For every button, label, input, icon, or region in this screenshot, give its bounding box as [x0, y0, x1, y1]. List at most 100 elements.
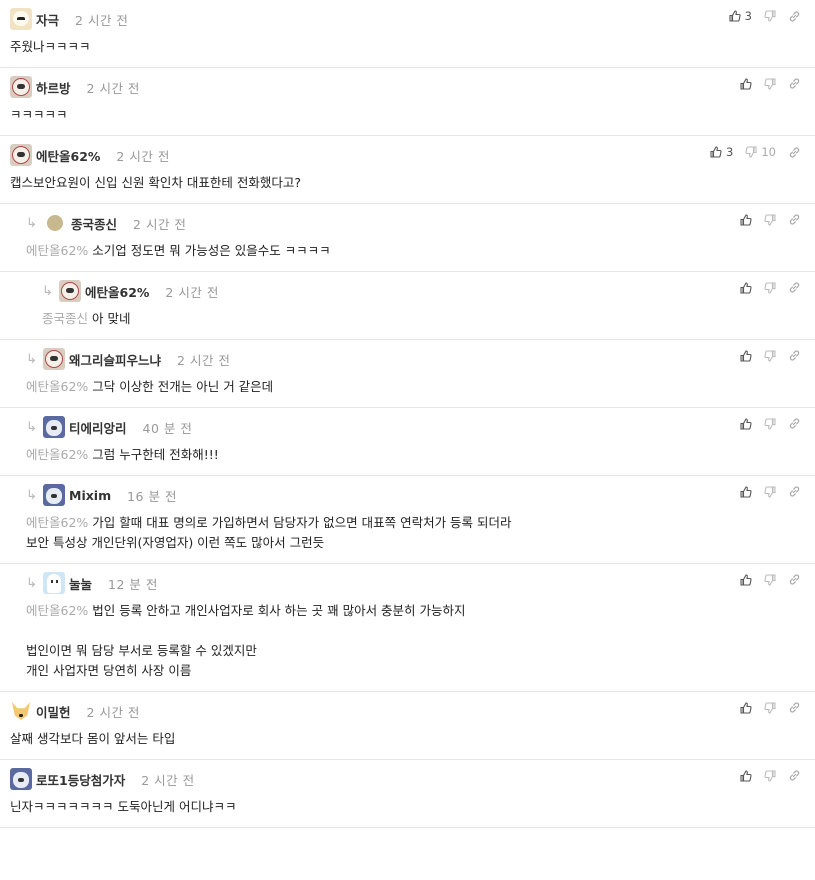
upvote-button[interactable]: 3 — [729, 9, 752, 23]
link-icon — [788, 769, 801, 782]
downvote-button[interactable]: 10 — [745, 145, 776, 159]
upvote-button[interactable] — [740, 77, 752, 90]
comment-time: 2 시간 전 — [165, 284, 219, 300]
comment-item: ↳ 종국종신 2 시간 전 에탄올62% 소기업 정도면 뭐 가능성은 있을수도 ㅋㅋㅋ… — [0, 204, 815, 272]
vote-controls — [740, 213, 801, 226]
reply-arrow-icon: ↳ — [26, 351, 37, 367]
comment-item: 에탄올62% 2 시간 전 캡스보안요원이 신입 신원 확인차 대표한테 전화했다고… — [0, 136, 815, 204]
upvote-button[interactable] — [740, 417, 752, 430]
avatar[interactable] — [10, 700, 32, 722]
reply-mention[interactable]: 에탄올62% — [26, 515, 88, 530]
comment-author[interactable]: Mixim — [69, 488, 111, 503]
reply-mention[interactable]: 종국종신 — [42, 311, 88, 326]
comment-text: 살째 생각보다 몸이 앞서는 타입 — [10, 731, 176, 746]
link-button[interactable] — [788, 349, 801, 362]
vote-controls — [740, 281, 801, 294]
downvote-button[interactable] — [764, 417, 776, 430]
comment-header: ↳ 에탄올62% 2 시간 전 — [42, 280, 815, 302]
downvote-button[interactable] — [764, 10, 776, 22]
comment-author[interactable]: 로또1등당첨가자 — [36, 770, 125, 789]
comment-body: 살째 생각보다 몸이 앞서는 타입 — [10, 722, 815, 759]
downvote-button[interactable] — [764, 77, 776, 90]
comment-text-line: 에탄올62% 소기업 정도면 뭐 가능성은 있을수도 ㅋㅋㅋㅋ — [26, 241, 815, 261]
comment-time: 2 시간 전 — [86, 704, 140, 720]
upvote-button[interactable] — [740, 701, 752, 714]
comment-item: 이밀헌 2 시간 전살째 생각보다 몸이 앞서는 타입 — [0, 692, 815, 760]
upvote-button[interactable] — [740, 213, 752, 226]
comment-body: 주웠나ㅋㅋㅋㅋ — [10, 30, 815, 67]
comment-item: 자극 2 시간 전주웠나ㅋㅋㅋㅋ 3 — [0, 0, 815, 68]
upvote-button[interactable] — [740, 485, 752, 498]
comment-author[interactable]: 티에리앙리 — [69, 418, 127, 437]
comment-text: 법인 등록 안하고 개인사업자로 회사 하는 곳 꽤 많아서 충분히 가능하지 — [92, 603, 466, 618]
thumbs-up-icon — [740, 77, 752, 90]
comment-body: ㅋㅋㅋㅋㅋ — [10, 98, 815, 135]
downvote-button[interactable] — [764, 349, 776, 362]
downvote-button[interactable] — [764, 769, 776, 782]
upvote-button[interactable]: 3 — [710, 145, 733, 159]
upvote-button[interactable] — [740, 573, 752, 586]
vote-controls: 3 — [729, 9, 801, 23]
comment-item: ↳ 에탄올62% 2 시간 전 종국종신 아 맞네 — [0, 272, 815, 340]
comment-author[interactable]: 왜그리슬피우느냐 — [69, 350, 161, 369]
avatar[interactable] — [43, 484, 65, 506]
reply-mention[interactable]: 에탄올62% — [26, 379, 88, 394]
comment-body: 에탄올62% 가입 할때 대표 명의로 가입하면서 담당자가 없으면 대표쪽 연락… — [26, 506, 815, 563]
comment-author[interactable]: 종국종신 — [71, 214, 117, 233]
avatar[interactable] — [10, 768, 32, 790]
reply-mention[interactable]: 에탄올62% — [26, 447, 88, 462]
comment-header: ↳ 종국종신 2 시간 전 — [26, 212, 815, 234]
comment-author[interactable]: 이밀헌 — [36, 702, 71, 721]
comment-author[interactable]: 에탄올62% — [36, 146, 100, 165]
comment-text-line: 개인 사업자면 당연히 사장 이름 — [26, 661, 815, 681]
comment-time: 2 시간 전 — [86, 80, 140, 96]
comment-author[interactable]: 자극 — [36, 10, 59, 29]
thumbs-up-icon — [740, 701, 752, 714]
comment-time: 2 시간 전 — [75, 12, 129, 28]
downvote-button[interactable] — [764, 701, 776, 714]
avatar[interactable] — [43, 572, 65, 594]
comment-header: 로또1등당첨가자 2 시간 전 — [10, 768, 815, 790]
thumbs-up-icon — [740, 213, 752, 226]
comment-text: 그럼 누구한테 전화해!!! — [92, 447, 219, 462]
avatar[interactable] — [47, 215, 63, 231]
downvote-button[interactable] — [764, 213, 776, 226]
link-button[interactable] — [788, 701, 801, 714]
link-button[interactable] — [788, 146, 801, 159]
upvote-button[interactable] — [740, 349, 752, 362]
avatar[interactable] — [43, 416, 65, 438]
link-button[interactable] — [788, 417, 801, 430]
link-button[interactable] — [788, 281, 801, 294]
comment-text-line: 주웠나ㅋㅋㅋㅋ — [10, 37, 815, 57]
downvote-button[interactable] — [764, 281, 776, 294]
link-button[interactable] — [788, 213, 801, 226]
avatar[interactable] — [10, 76, 32, 98]
link-button[interactable] — [788, 10, 801, 23]
link-button[interactable] — [788, 77, 801, 90]
comment-author[interactable]: 에탄올62% — [85, 282, 149, 301]
comment-time: 16 분 전 — [127, 488, 177, 504]
upvote-button[interactable] — [740, 281, 752, 294]
link-icon — [788, 10, 801, 23]
thumbs-down-icon — [764, 485, 776, 498]
comment-author[interactable]: 하르방 — [36, 78, 71, 97]
reply-mention[interactable]: 에탄올62% — [26, 603, 88, 618]
link-button[interactable] — [788, 485, 801, 498]
avatar[interactable] — [59, 280, 81, 302]
upvote-button[interactable] — [740, 769, 752, 782]
comment-text: 개인 사업자면 당연히 사장 이름 — [26, 663, 192, 678]
reply-arrow-icon: ↳ — [26, 215, 37, 231]
comment-header: 이밀헌 2 시간 전 — [10, 700, 815, 722]
downvote-button[interactable] — [764, 573, 776, 586]
avatar[interactable] — [43, 348, 65, 370]
comment-text-line: 종국종신 아 맞네 — [42, 309, 815, 329]
downvote-button[interactable] — [764, 485, 776, 498]
comment-author[interactable]: 눌눌 — [69, 574, 92, 593]
link-button[interactable] — [788, 573, 801, 586]
link-button[interactable] — [788, 769, 801, 782]
comment-header: 자극 2 시간 전 — [10, 8, 815, 30]
reply-mention[interactable]: 에탄올62% — [26, 243, 88, 258]
link-icon — [788, 701, 801, 714]
avatar[interactable] — [10, 8, 32, 30]
avatar[interactable] — [10, 144, 32, 166]
